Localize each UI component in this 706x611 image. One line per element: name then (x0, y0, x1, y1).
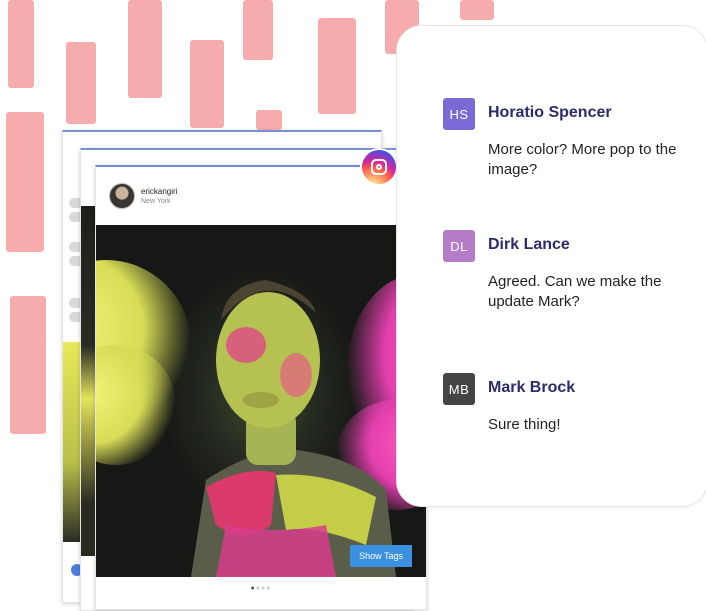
post-card: erickangiri New York Show Tags ●●●● (95, 165, 427, 610)
carousel-dot[interactable]: ● (266, 585, 271, 592)
show-tags-button[interactable]: Show Tags (350, 545, 412, 567)
comment-author[interactable]: Mark Brock (488, 379, 575, 397)
comment-text: More color? More pop to the image? (488, 141, 677, 178)
location[interactable]: New York (141, 197, 177, 206)
avatar[interactable] (109, 183, 135, 209)
comment-author[interactable]: Horatio Spencer (488, 104, 612, 122)
username[interactable]: erickangiri (141, 187, 177, 197)
carousel-dots[interactable]: ●●●● (96, 585, 426, 592)
avatar-initials: HS (443, 98, 475, 130)
post-header[interactable]: erickangiri New York (109, 183, 177, 209)
avatar-initials: MB (443, 373, 475, 405)
avatar-initials: DL (443, 230, 475, 262)
comment-text: Agreed. Can we make the update Mark? (488, 273, 662, 310)
comment-author[interactable]: Dirk Lance (488, 236, 570, 254)
post-image-art (96, 260, 426, 577)
comments-panel: HS Horatio Spencer More color? More pop … (396, 25, 706, 507)
instagram-icon (362, 150, 396, 184)
comment-text: Sure thing! (488, 416, 561, 433)
post-image[interactable]: Show Tags (96, 225, 426, 577)
